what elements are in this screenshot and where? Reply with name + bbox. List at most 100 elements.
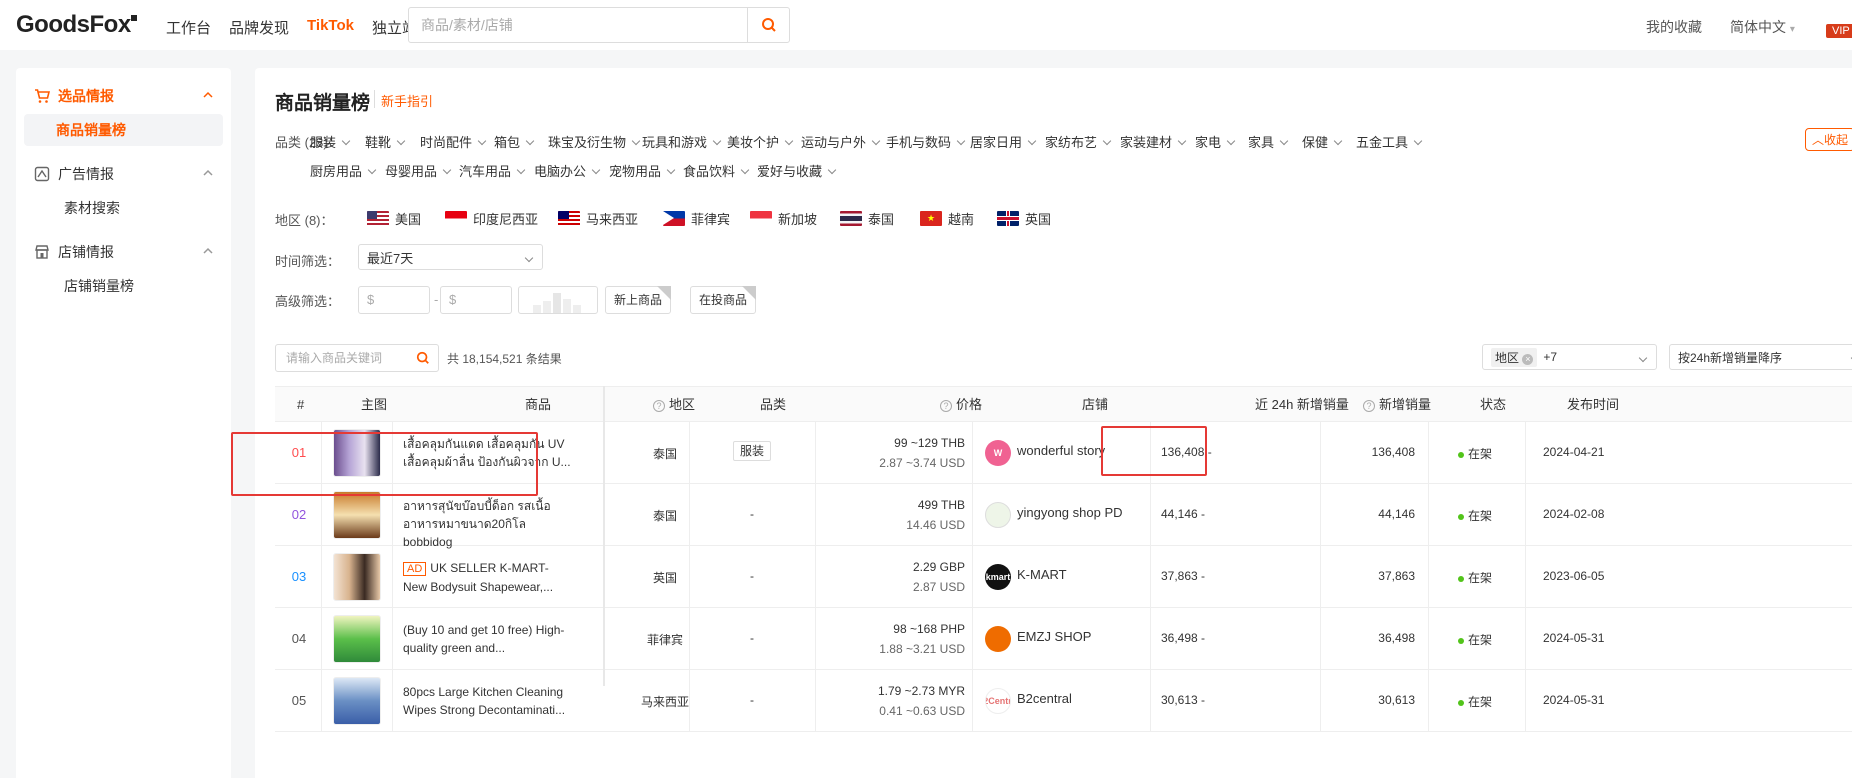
shop-logo[interactable]: kmart xyxy=(985,564,1011,590)
sidebar-item-product-sales-rank[interactable]: 商品销量榜 xyxy=(24,114,223,146)
col-sales24h[interactable]: 近 24h 新增销量 xyxy=(1255,387,1349,423)
col-shop: 店铺 xyxy=(1082,397,1109,412)
region-thailand[interactable]: 泰国 xyxy=(840,209,894,228)
category-r1-7[interactable]: 运动与户外 xyxy=(801,132,881,151)
category-r2-6[interactable]: 爱好与收藏 xyxy=(757,161,837,180)
category-r1-14[interactable]: 保健 xyxy=(1302,132,1343,151)
region-uk[interactable]: 英国 xyxy=(997,209,1051,228)
category-r1-11[interactable]: 家装建材 xyxy=(1120,132,1187,151)
category-r2-5[interactable]: 食品饮料 xyxy=(683,161,750,180)
category-r2-3[interactable]: 电脑办公 xyxy=(534,161,601,180)
category-r2-0[interactable]: 厨房用品 xyxy=(310,161,377,180)
chevron-down-icon xyxy=(525,136,535,146)
category-r1-8[interactable]: 手机与数码 xyxy=(886,132,966,151)
time-filter-label: 时间筛选： xyxy=(275,254,341,269)
category-r1-1[interactable]: 鞋靴 xyxy=(365,132,406,151)
price-max-input[interactable]: $ xyxy=(440,286,512,314)
product-thumbnail[interactable] xyxy=(333,677,381,725)
status-cell: 在架 xyxy=(1458,507,1492,524)
product-thumbnail[interactable] xyxy=(333,491,381,539)
sidebar-item-creative-search[interactable]: 素材搜索 xyxy=(24,192,223,224)
my-favorites-link[interactable]: 我的收藏 xyxy=(1646,17,1702,37)
sidebar-group-product-intel[interactable]: 选品情报 xyxy=(16,80,231,112)
shop-logo[interactable]: W xyxy=(985,440,1011,466)
new-products-toggle[interactable]: 新上商品 xyxy=(605,286,672,314)
help-icon[interactable]: ? xyxy=(940,400,952,412)
table-header: # 主图 商品 ? 地区 品类 ? 价格 店铺 近 24h 新增销量 ? 新增销量 状… xyxy=(275,386,1852,422)
region-vietnam[interactable]: ★ 越南 xyxy=(920,209,974,228)
shop-logo[interactable] xyxy=(985,502,1011,528)
vip-badge[interactable]: VIP xyxy=(1826,24,1852,38)
collapse-button[interactable]: ︿收起 xyxy=(1805,128,1852,151)
category-r1-3[interactable]: 箱包 xyxy=(494,132,535,151)
sales-histogram-filter[interactable] xyxy=(518,286,598,314)
shop-name[interactable]: K-MART xyxy=(1017,567,1067,582)
search-button[interactable] xyxy=(747,8,789,42)
chevron-down-icon xyxy=(1638,353,1648,363)
sidebar-item-store-sales-rank[interactable]: 店铺销量榜 xyxy=(24,270,223,302)
category-r1-6[interactable]: 美妆个护 xyxy=(727,132,794,151)
category-r2-1[interactable]: 母婴用品 xyxy=(385,161,452,180)
category-label: 家具 xyxy=(1248,135,1275,150)
region-multi-select[interactable]: 地区 × +7 xyxy=(1482,344,1657,370)
category-r1-0[interactable]: 服装 xyxy=(310,132,351,151)
category-r1-4[interactable]: 珠宝及衍生物 xyxy=(548,132,641,151)
category-value: - xyxy=(750,569,754,583)
time-range-select[interactable]: 最近7天 xyxy=(358,244,543,270)
sidebar-group-label: 店铺情报 xyxy=(58,244,114,260)
table-row[interactable]: 05 80pcs Large Kitchen Cleaning Wipes Str… xyxy=(275,670,1852,732)
category-r1-10[interactable]: 家纺布艺 xyxy=(1045,132,1112,151)
help-icon[interactable]: ? xyxy=(1363,400,1375,412)
region-malaysia[interactable]: 马来西亚 xyxy=(558,209,638,228)
global-search-input[interactable] xyxy=(409,8,749,42)
product-name[interactable]: อาหารสุนัขบ๊อบบี้ด็อก รสเนื้อ อาหารหมาขนา… xyxy=(403,497,573,551)
shop-logo[interactable]: B2Central xyxy=(985,688,1011,714)
new-sales: 136,408 xyxy=(1371,445,1415,459)
search-icon[interactable] xyxy=(416,351,430,365)
keyword-search-input[interactable]: 请输入商品关键词 xyxy=(275,344,439,372)
product-thumbnail[interactable] xyxy=(333,615,381,663)
sidebar-group-ad-intel[interactable]: 广告情报 xyxy=(16,158,231,190)
sort-select[interactable]: 按24h新增销量降序 xyxy=(1669,344,1852,370)
help-icon[interactable]: ? xyxy=(653,400,665,412)
product-thumbnail[interactable] xyxy=(333,553,381,601)
shop-name[interactable]: yingyong shop PD xyxy=(1017,505,1123,520)
shop-name[interactable]: EMZJ SHOP xyxy=(1017,629,1091,644)
nav-brand-discovery[interactable]: 品牌发现 xyxy=(229,17,289,38)
close-icon[interactable]: × xyxy=(1522,353,1534,365)
region-singapore[interactable]: 新加坡 xyxy=(750,209,817,228)
logo[interactable]: GoodsFox xyxy=(16,11,137,39)
region-philippines[interactable]: 菲律宾 xyxy=(663,209,730,228)
nav-tiktok[interactable]: TikTok xyxy=(307,17,354,38)
advertising-products-toggle[interactable]: 在投商品 xyxy=(690,286,757,314)
shop-name[interactable]: wonderful story xyxy=(1017,443,1105,458)
product-name[interactable]: (Buy 10 and get 10 free) High-quality gr… xyxy=(403,621,573,657)
product-name[interactable]: 80pcs Large Kitchen Cleaning Wipes Strong… xyxy=(403,683,573,719)
nav-workbench[interactable]: 工作台 xyxy=(166,17,211,38)
category-r1-5[interactable]: 玩具和游戏 xyxy=(642,132,722,151)
category-r1-12[interactable]: 家电 xyxy=(1195,132,1236,151)
region-us[interactable]: 美国 xyxy=(367,209,421,228)
language-select[interactable]: 简体中文 ▾ xyxy=(1730,17,1795,37)
category-r2-4[interactable]: 宠物用品 xyxy=(609,161,676,180)
cell-divider xyxy=(1525,670,1526,731)
shop-logo[interactable] xyxy=(985,626,1011,652)
table-row[interactable]: 04 (Buy 10 and get 10 free) High-quality… xyxy=(275,608,1852,670)
price-min-input[interactable]: $ xyxy=(358,286,430,314)
global-search xyxy=(408,7,790,43)
collapse-label: 收起 xyxy=(1824,133,1849,147)
category-r1-9[interactable]: 居家日用 xyxy=(970,132,1037,151)
table-row[interactable]: 03 AD UK SELLER K-MART- New Bodysuit Shape… xyxy=(275,546,1852,608)
col-new-sales[interactable]: ? 新增销量 xyxy=(1363,387,1431,423)
sidebar-group-store-intel[interactable]: 店铺情报 xyxy=(16,236,231,268)
category-r1-15[interactable]: 五金工具 xyxy=(1356,132,1423,151)
product-name[interactable]: AD UK SELLER K-MART- New Bodysuit Shapewea… xyxy=(403,559,573,596)
region-indonesia[interactable]: 印度尼西亚 xyxy=(445,209,538,228)
beginner-guide-link[interactable]: 新手指引 xyxy=(381,91,433,110)
category-r2-2[interactable]: 汽车用品 xyxy=(459,161,526,180)
category-r1-2[interactable]: 时尚配件 xyxy=(420,132,487,151)
col-publish[interactable]: 发布时间 xyxy=(1567,387,1619,423)
shop-name[interactable]: B2central xyxy=(1017,691,1072,706)
category-r1-13[interactable]: 家具 xyxy=(1248,132,1289,151)
chevron-down-icon xyxy=(1177,136,1187,146)
